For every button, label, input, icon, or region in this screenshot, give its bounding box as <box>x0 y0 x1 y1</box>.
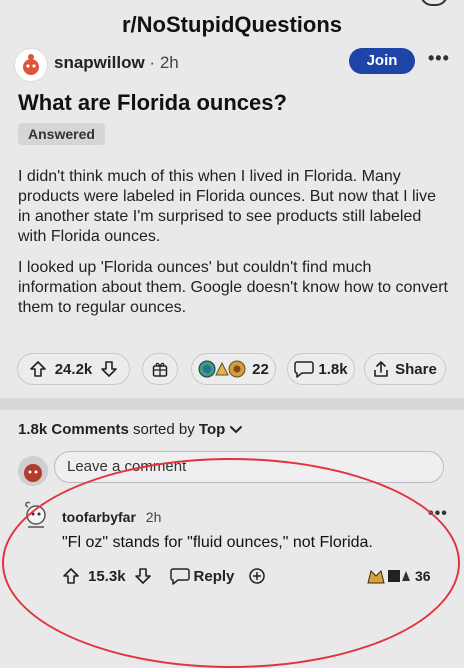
comment-awards[interactable]: 36 <box>366 567 431 585</box>
chevron-down-icon[interactable] <box>229 425 243 435</box>
awards-count: 22 <box>252 360 269 378</box>
post-time: · 2h <box>149 53 179 72</box>
comments-sort-header[interactable]: 1.8k Comments sorted by Top <box>18 421 243 438</box>
comment-actions: 15.3k Reply <box>62 565 266 587</box>
comments-count: 1.8k <box>318 360 348 378</box>
join-button[interactable]: Join <box>349 48 415 74</box>
comment-author[interactable]: toofarbyfar 2h <box>62 509 161 525</box>
share-button[interactable]: Share <box>364 353 446 385</box>
commenter-avatar[interactable] <box>22 499 50 531</box>
comment-time: 2h <box>145 509 162 525</box>
award-icon <box>151 360 169 378</box>
comments-total: 1.8k Comments <box>18 421 129 438</box>
post-body-paragraph: I didn't think much of this when I lived… <box>18 168 437 245</box>
share-label: Share <box>395 360 437 378</box>
comment-vote-count: 15.3k <box>88 567 126 585</box>
vote-count: 24.2k <box>54 360 93 378</box>
close-icon[interactable] <box>420 0 448 6</box>
section-divider <box>0 398 464 410</box>
comment-icon <box>294 360 315 378</box>
comment-username[interactable]: toofarbyfar <box>62 509 136 525</box>
post-author[interactable]: snapwillow · 2h <box>54 53 179 73</box>
subreddit-title[interactable]: r/NoStupidQuestions <box>0 12 464 38</box>
user-avatar[interactable] <box>14 48 48 82</box>
award-button[interactable] <box>142 353 178 385</box>
answered-badge: Answered <box>18 123 105 145</box>
reply-label: Reply <box>193 567 235 585</box>
comment-text: "Fl oz" stands for "fluid ounces," not F… <box>62 534 373 551</box>
reply-button[interactable]: Reply <box>169 567 235 585</box>
sort-value[interactable]: Top <box>199 421 225 438</box>
vote-control: 24.2k <box>17 353 130 385</box>
post-body-paragraph: I looked up 'Florida ounces' but couldn'… <box>18 259 448 316</box>
award-icon[interactable] <box>248 567 266 585</box>
downvote-icon[interactable] <box>100 360 118 378</box>
share-icon <box>373 360 389 378</box>
comments-button[interactable]: 1.8k <box>287 353 355 385</box>
upvote-icon[interactable] <box>29 360 47 378</box>
awards-summary[interactable]: 22 <box>191 353 276 385</box>
comment-input[interactable]: Leave a comment <box>54 451 444 483</box>
post-username[interactable]: snapwillow <box>54 53 145 72</box>
comment-awards-count: 36 <box>415 568 431 584</box>
upvote-icon[interactable] <box>62 567 80 585</box>
more-icon[interactable]: ••• <box>428 48 450 69</box>
comment-icon <box>169 567 190 585</box>
sorted-by-label: sorted by <box>133 421 195 438</box>
more-icon[interactable]: ••• <box>428 505 448 523</box>
post-title: What are Florida ounces? <box>18 90 287 115</box>
highlight-circle <box>2 458 460 668</box>
award-icons <box>366 567 412 585</box>
downvote-icon[interactable] <box>134 567 152 585</box>
award-icons <box>198 359 248 379</box>
my-avatar[interactable] <box>18 456 48 486</box>
